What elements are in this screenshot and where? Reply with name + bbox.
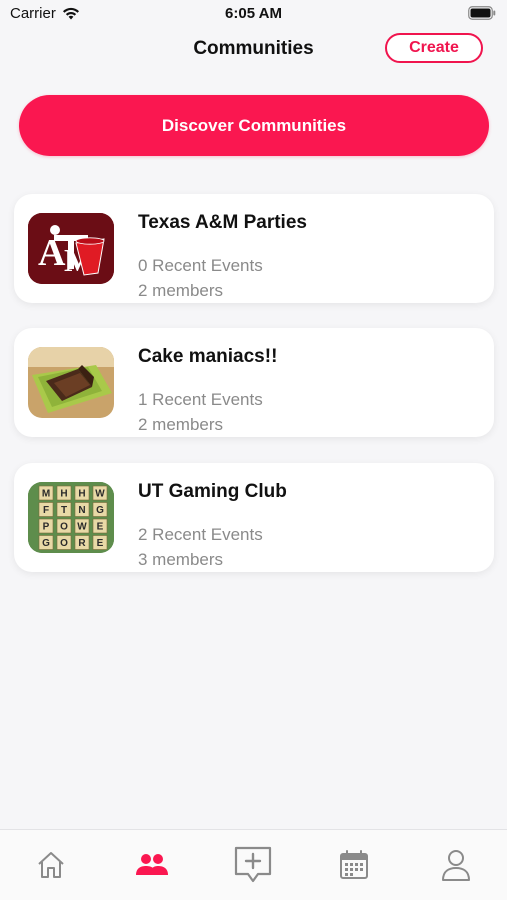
texas-am-logo-icon: A M — [28, 213, 114, 284]
svg-text:P: P — [43, 522, 50, 533]
home-icon — [38, 852, 64, 878]
tab-profile[interactable] — [436, 846, 476, 884]
calendar-icon — [340, 850, 368, 879]
community-card-texas-am-parties[interactable]: A M Texas A&M Parties 0 Recent Events 2 … — [14, 194, 494, 303]
status-time: 6:05 AM — [225, 5, 282, 22]
add-message-icon — [234, 846, 272, 883]
status-bar: Carrier 6:05 AM — [0, 0, 507, 28]
community-members: 2 members — [138, 415, 224, 434]
svg-text:O: O — [60, 538, 68, 549]
svg-text:H: H — [60, 489, 67, 500]
community-recent-events: 0 Recent Events — [138, 256, 263, 275]
tab-calendar[interactable] — [334, 846, 374, 884]
cake-photo-icon — [28, 347, 114, 418]
people-icon — [136, 854, 168, 875]
svg-text:E: E — [97, 538, 104, 549]
community-name: Cake maniacs!! — [138, 346, 278, 367]
svg-text:N: N — [78, 505, 85, 516]
create-button[interactable]: Create — [385, 33, 483, 63]
community-recent-events: 2 Recent Events — [138, 525, 263, 544]
svg-text:G: G — [96, 505, 104, 516]
tab-communities[interactable] — [132, 846, 172, 884]
tab-home[interactable] — [31, 846, 71, 884]
svg-text:E: E — [97, 522, 104, 533]
community-card-cake-maniacs[interactable]: Cake maniacs!! 1 Recent Events 2 members — [14, 328, 494, 437]
community-name: UT Gaming Club — [138, 481, 287, 502]
svg-text:R: R — [78, 538, 86, 549]
svg-text:F: F — [43, 505, 49, 516]
battery-icon — [468, 6, 496, 20]
tab-bar — [0, 829, 507, 900]
svg-text:H: H — [78, 489, 85, 500]
person-icon — [442, 850, 470, 881]
discover-communities-button[interactable]: Discover Communities — [19, 95, 489, 156]
svg-text:W: W — [95, 489, 105, 500]
tab-new-post[interactable] — [233, 846, 273, 884]
community-members: 2 members — [138, 281, 224, 300]
svg-text:W: W — [77, 522, 87, 533]
community-members: 3 members — [138, 550, 224, 569]
word-tiles-icon: MHHWFTNGPOWEGORE — [28, 482, 114, 553]
community-recent-events: 1 Recent Events — [138, 390, 263, 409]
communities-screen: Carrier 6:05 AM Communities Create Disco… — [0, 0, 507, 900]
svg-text:G: G — [42, 538, 50, 549]
svg-text:T: T — [61, 505, 67, 516]
svg-text:M: M — [42, 489, 50, 500]
svg-text:O: O — [60, 522, 68, 533]
community-card-ut-gaming-club[interactable]: MHHWFTNGPOWEGORE UT Gaming Club 2 Recent… — [14, 463, 494, 572]
community-name: Texas A&M Parties — [138, 212, 307, 233]
